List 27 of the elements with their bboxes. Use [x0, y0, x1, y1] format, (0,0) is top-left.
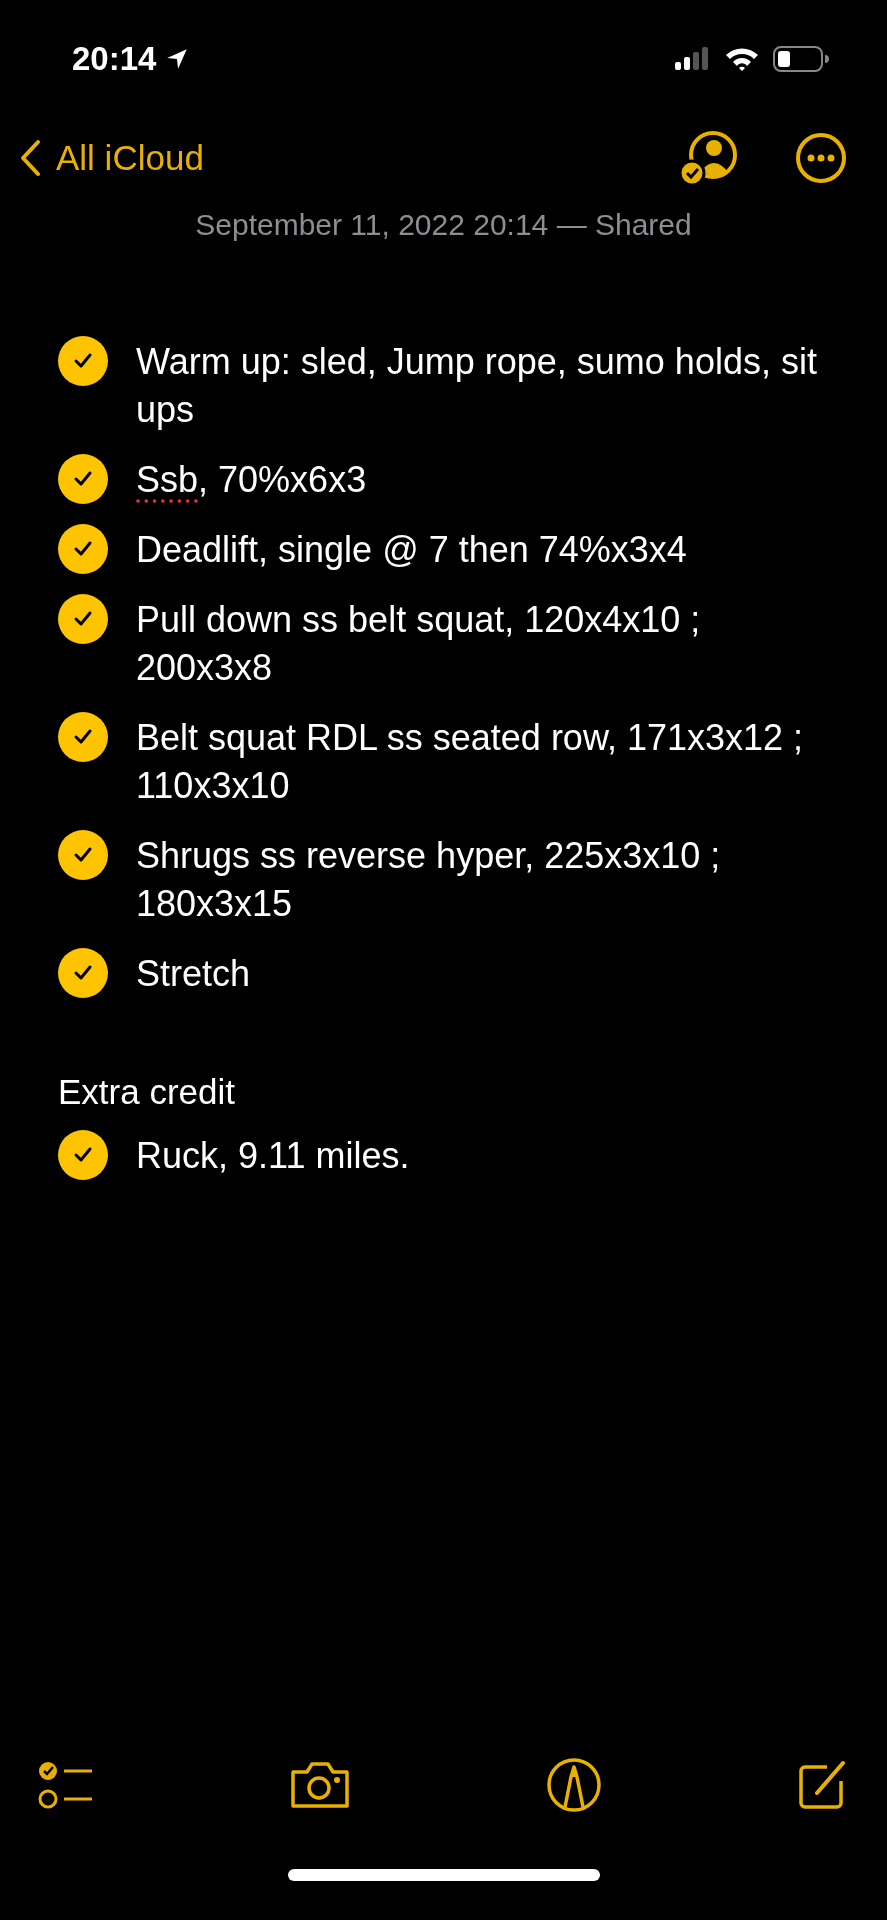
checklist-item-text: Pull down ss belt squat, 120x4x10 ; 200x3x8 [136, 598, 702, 690]
checkbox[interactable] [58, 524, 108, 574]
checkbox[interactable] [58, 830, 108, 880]
checkbox[interactable] [58, 454, 108, 504]
wifi-icon [725, 47, 759, 71]
checkbox[interactable] [58, 594, 108, 644]
checklist-item-text: Shrugs ss reverse hyper, 225x3x10 ; 180x3x15 [136, 834, 722, 926]
checklist-item-text: Belt squat RDL ss seated row, 171x3x12 ; 110x3x10 [136, 716, 805, 808]
note-text: Extra credit [58, 1071, 236, 1113]
battery-icon [773, 45, 829, 73]
checkbox[interactable] [58, 948, 108, 998]
checklist-item-text: Ruck, 9.11 miles. [136, 1134, 410, 1178]
chevron-left-icon [18, 138, 42, 178]
checklist-item-text: Ssb, 70%x6x3 [136, 458, 367, 502]
checklist-item-text: Deadlift, single @ 7 then 74%x3x4 [136, 528, 687, 572]
signal-icon [675, 47, 711, 71]
checkbox[interactable] [58, 712, 108, 762]
checkbox[interactable] [58, 336, 108, 386]
checklist-item-text: Stretch [136, 952, 251, 996]
status-time: 20:14 [72, 40, 157, 78]
markup-pen-icon[interactable] [546, 1757, 602, 1813]
checkbox[interactable] [58, 1130, 108, 1180]
more-icon[interactable] [795, 132, 847, 184]
camera-icon[interactable] [289, 1760, 351, 1810]
back-button[interactable]: All iCloud [18, 138, 204, 178]
checklist-item-text: Warm up: sled, Jump rope, sumo holds, sit ups [136, 340, 818, 432]
note-date: September 11, 2022 20:14 — Shared [194, 208, 693, 242]
